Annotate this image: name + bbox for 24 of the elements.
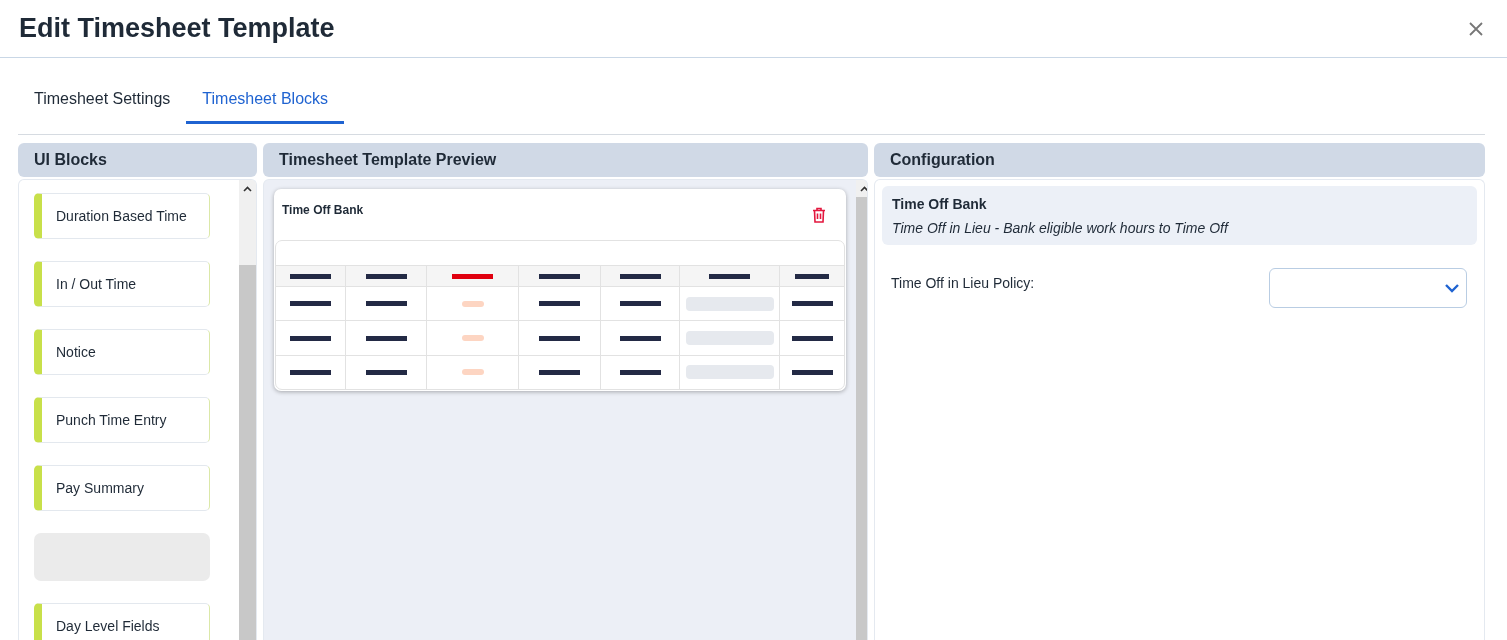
panel-title: UI Blocks xyxy=(34,151,107,169)
delete-button[interactable] xyxy=(812,207,826,223)
ui-block-card[interactable]: Punch Time Entry xyxy=(34,397,210,443)
block-title: Time Off Bank xyxy=(892,196,988,212)
tab[interactable]: Timesheet Blocks xyxy=(186,76,345,124)
card-title: Time Off Bank xyxy=(282,203,364,217)
scrollbar-thumb[interactable] xyxy=(239,265,256,640)
trash-icon xyxy=(812,207,826,223)
scroll-up-icon[interactable] xyxy=(860,185,867,192)
ui-block-card[interactable]: Day Level Fields xyxy=(34,603,210,640)
policy-dropdown[interactable] xyxy=(1269,268,1467,308)
chevron-down-icon xyxy=(1444,283,1460,293)
close-icon xyxy=(1469,21,1483,36)
field-label: Time Off in Lieu Policy: xyxy=(891,275,1035,291)
scroll-up-icon[interactable] xyxy=(243,185,252,192)
panel-title: Configuration xyxy=(890,151,995,169)
panel-title: Timesheet Template Preview xyxy=(279,151,497,169)
tab[interactable]: Timesheet Settings xyxy=(18,76,187,124)
ui-block-card[interactable]: Pay Summary xyxy=(34,465,210,511)
block-description: Time Off in Lieu - Bank eligible work hours to Time Off xyxy=(892,220,1230,236)
ui-block-card[interactable]: Notice xyxy=(34,329,210,375)
ui-block-card[interactable]: In / Out Time xyxy=(34,261,210,307)
ui-block-card[interactable]: Duration Based Time xyxy=(34,193,210,239)
dialog-title: Edit Timesheet Template xyxy=(19,13,335,44)
